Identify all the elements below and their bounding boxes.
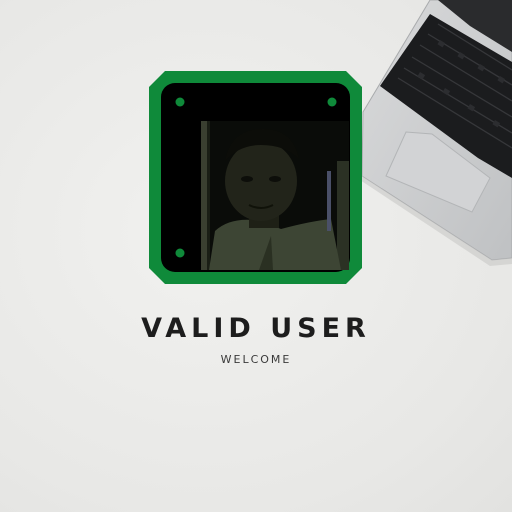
camera-frame [149,71,362,284]
status-subtitle: WELCOME [220,353,292,366]
frame-dot-top-right [327,97,337,107]
user-face-image [201,121,349,270]
frame-dot-top-left [175,97,185,107]
status-title: VALID USER [141,313,371,344]
frame-dot-bottom-left [175,248,185,258]
camera-feed [201,121,349,270]
